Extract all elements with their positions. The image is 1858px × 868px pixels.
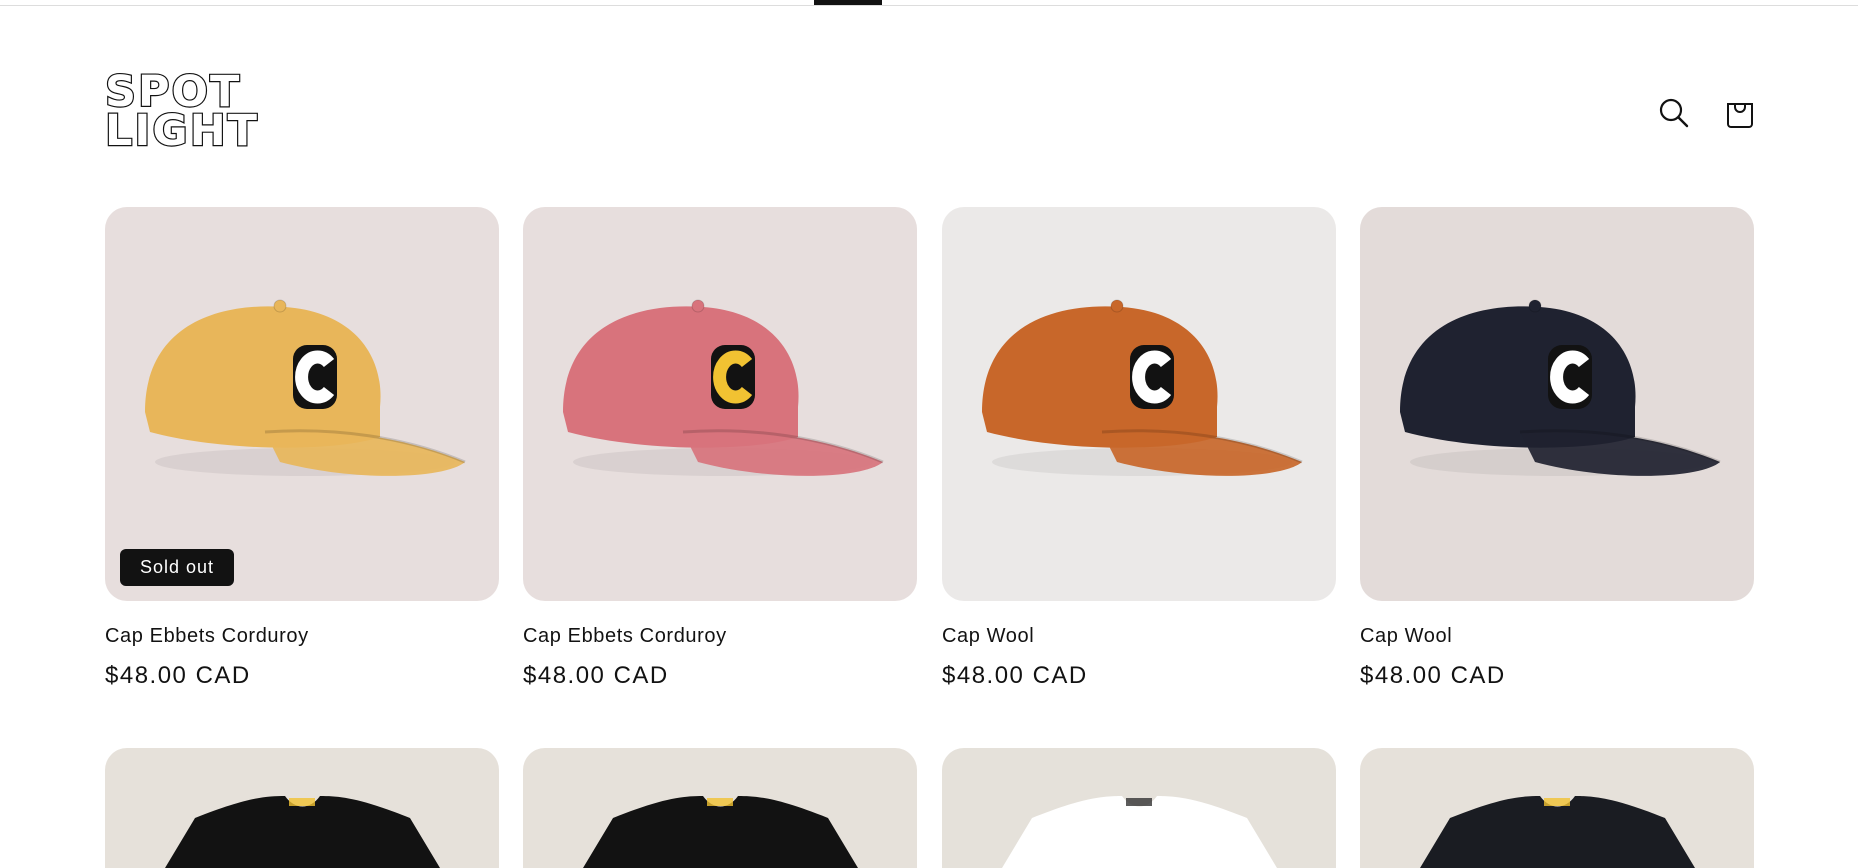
product-title[interactable]: Cap Ebbets Corduroy <box>105 625 499 648</box>
product-card[interactable] <box>1360 748 1754 868</box>
product-card[interactable] <box>523 748 917 868</box>
product-image[interactable] <box>942 748 1336 868</box>
product-price: $48.00 CAD <box>942 662 1088 689</box>
store-logo[interactable]: SPOT LIGHT <box>104 69 260 156</box>
product-image[interactable] <box>942 207 1336 601</box>
product-price: $48.00 CAD <box>523 662 669 689</box>
product-image[interactable] <box>105 748 499 868</box>
search-button[interactable] <box>1654 93 1694 133</box>
product-image[interactable] <box>523 207 917 601</box>
announcement-divider <box>0 0 1858 6</box>
product-card[interactable]: Cap Wool $48.00 CAD <box>1360 207 1754 690</box>
product-price: $48.00 CAD <box>1360 662 1506 689</box>
search-icon <box>1659 98 1689 128</box>
product-image[interactable]: Sold out <box>105 207 499 601</box>
cart-icon <box>1727 103 1753 128</box>
product-image[interactable] <box>523 748 917 868</box>
product-card[interactable] <box>105 748 499 868</box>
logo-line-2: LIGHT <box>104 106 260 156</box>
product-title[interactable]: Cap Wool <box>1360 625 1754 648</box>
slide-indicator[interactable] <box>814 0 882 5</box>
product-price: $48.00 CAD <box>105 662 251 689</box>
product-card[interactable]: Cap Ebbets Corduroy $48.00 CAD <box>523 207 917 690</box>
product-card[interactable]: Sold out Cap Ebbets Corduroy $48.00 CAD <box>105 207 499 690</box>
product-title[interactable]: Cap Wool <box>942 625 1336 648</box>
product-title[interactable]: Cap Ebbets Corduroy <box>523 625 917 648</box>
product-image[interactable] <box>1360 207 1754 601</box>
cart-button[interactable] <box>1720 93 1760 133</box>
product-image[interactable] <box>1360 748 1754 868</box>
sold-out-badge: Sold out <box>120 549 235 586</box>
product-card[interactable] <box>942 748 1336 868</box>
product-card[interactable]: Cap Wool $48.00 CAD <box>942 207 1336 690</box>
